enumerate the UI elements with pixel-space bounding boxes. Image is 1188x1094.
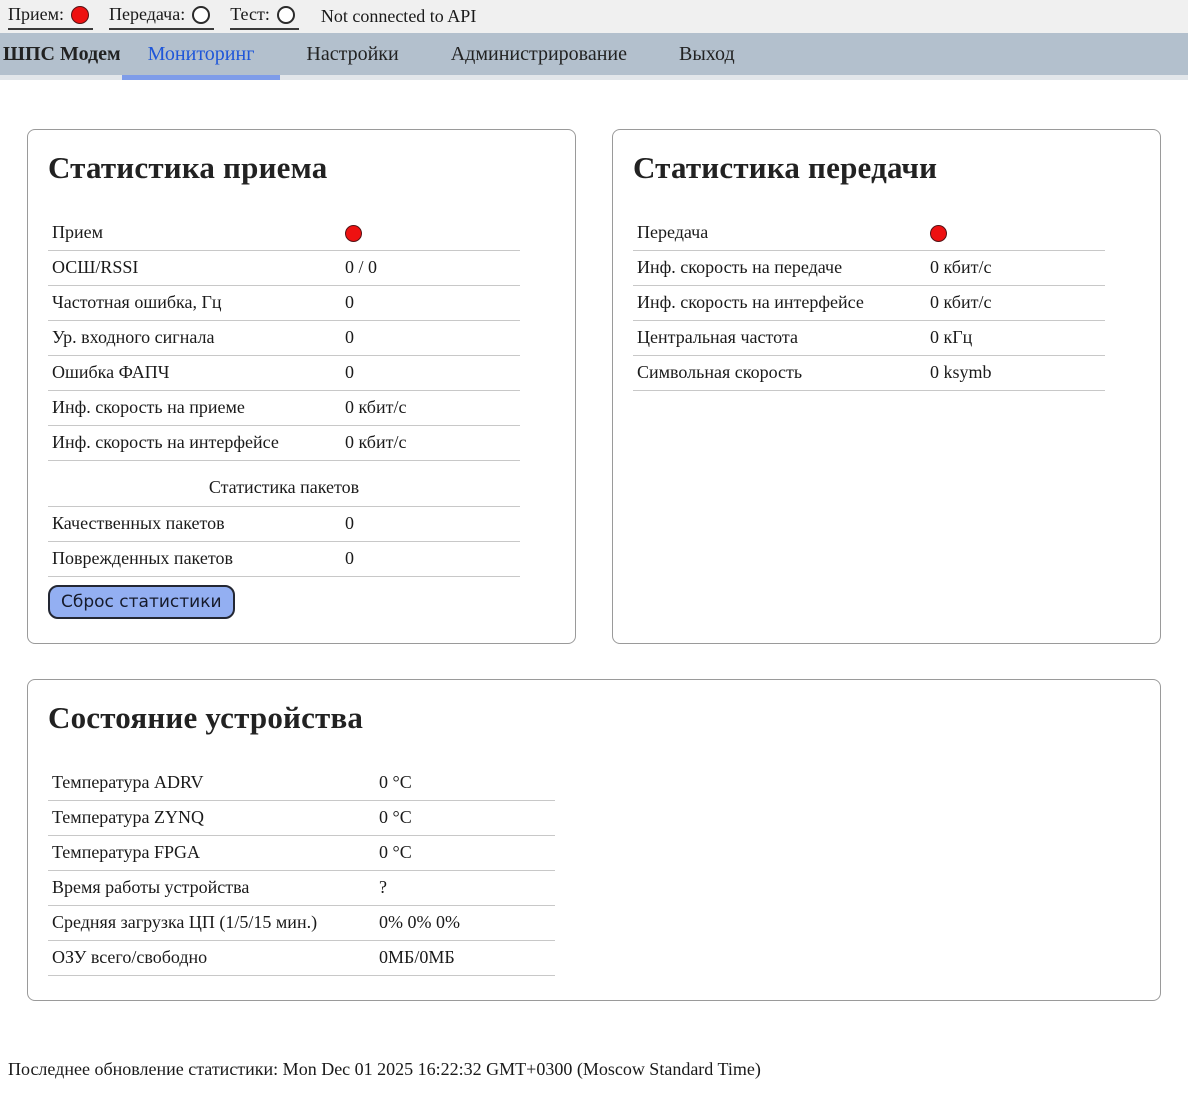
table-row: Время работы устройства? xyxy=(48,871,555,906)
api-connection-status: Not connected to API xyxy=(321,6,476,27)
tx-stats-card: Статистика передачи Передача Инф. скорост… xyxy=(612,129,1161,644)
table-row: Символьная скорость0 ksymb xyxy=(633,356,1105,391)
row-label: Температура ZYNQ xyxy=(52,807,379,828)
rx-led-icon xyxy=(71,6,89,24)
tab-monitoring[interactable]: Мониторинг xyxy=(122,33,281,75)
row-label: Инф. скорость на приеме xyxy=(52,397,345,418)
table-row: Температура FPGA0 °C xyxy=(48,836,555,871)
table-row: Температура ZYNQ0 °C xyxy=(48,801,555,836)
rx-status-group: Прием: xyxy=(8,3,93,30)
row-value xyxy=(930,222,1105,243)
row-value: 0 °C xyxy=(379,772,555,793)
row-label: Инф. скорость на интерфейсе xyxy=(52,432,345,453)
table-row: Частотная ошибка, Гц0 xyxy=(48,286,520,321)
row-label: Символьная скорость xyxy=(637,362,930,383)
tx-led-icon xyxy=(192,6,210,24)
row-value: 0 кбит/с xyxy=(930,292,1105,313)
app-brand: ШПС Модем xyxy=(2,33,122,75)
packet-stats-header: Статистика пакетов xyxy=(48,461,520,507)
rx-stats-card: Статистика приема ПриемОСШ/RSSI0 / 0Част… xyxy=(27,129,576,644)
row-label: Передача xyxy=(637,222,930,243)
navbar: ШПС Модем Мониторинг Настройки Администр… xyxy=(0,33,1188,80)
row-value: 0 xyxy=(345,292,520,313)
tx-status-label: Передача: xyxy=(109,4,185,25)
test-status-label: Тест: xyxy=(230,4,270,25)
table-row: Качественных пакетов0 xyxy=(48,507,520,542)
table-row: Инф. скорость на интерфейсе0 кбит/с xyxy=(48,426,520,461)
table-row: Инф. скорость на интерфейсе0 кбит/с xyxy=(633,286,1105,321)
tab-administration[interactable]: Администрирование xyxy=(425,33,653,75)
row-label: Частотная ошибка, Гц xyxy=(52,292,345,313)
row-value: 0 xyxy=(345,513,520,534)
table-row: Передача xyxy=(633,216,1105,251)
row-value: 0 кбит/с xyxy=(345,397,520,418)
last-update-note: Последнее обновление статистики: Mon Dec… xyxy=(8,1059,1188,1080)
row-value: 0 кбит/с xyxy=(345,432,520,453)
table-row: Ур. входного сигнала0 xyxy=(48,321,520,356)
row-label: Средняя загрузка ЦП (1/5/15 мин.) xyxy=(52,912,379,933)
tx-stats-table: Передача Инф. скорость на передаче0 кбит/… xyxy=(633,216,1105,391)
row-value xyxy=(345,222,520,243)
row-label: Инф. скорость на интерфейсе xyxy=(637,292,930,313)
row-label: Температура ADRV xyxy=(52,772,379,793)
row-value: 0 кбит/с xyxy=(930,257,1105,278)
row-value: 0 xyxy=(345,327,520,348)
rx-stats-table: ПриемОСШ/RSSI0 / 0Частотная ошибка, Гц0У… xyxy=(48,216,520,461)
row-label: Время работы устройства xyxy=(52,877,379,898)
stats-cards-row: Статистика приема ПриемОСШ/RSSI0 / 0Част… xyxy=(27,129,1161,644)
row-value: 0 / 0 xyxy=(345,257,520,278)
table-row: Центральная частота0 кГц xyxy=(633,321,1105,356)
rx-status-label: Прием: xyxy=(8,4,64,25)
status-bar: Прием: Передача: Тест: Not connected to … xyxy=(0,0,1188,33)
row-label: Ур. входного сигнала xyxy=(52,327,345,348)
row-value: ? xyxy=(379,877,555,898)
packet-stats-table: Качественных пакетов0Поврежденных пакето… xyxy=(48,507,520,577)
row-label: Поврежденных пакетов xyxy=(52,548,345,569)
row-value: 0 xyxy=(345,362,520,383)
row-value: 0 °C xyxy=(379,842,555,863)
table-row: Ошибка ФАПЧ0 xyxy=(48,356,520,391)
row-label: ОСШ/RSSI xyxy=(52,257,345,278)
row-value: 0 xyxy=(345,548,520,569)
reset-statistics-button[interactable]: Сброс статистики xyxy=(48,585,235,619)
row-label: Ошибка ФАПЧ xyxy=(52,362,345,383)
table-row: Прием xyxy=(48,216,520,251)
status-led-icon xyxy=(930,225,947,242)
row-value: 0% 0% 0% xyxy=(379,912,555,933)
row-value: 0 ksymb xyxy=(930,362,1105,383)
row-label: ОЗУ всего/свободно xyxy=(52,947,379,968)
device-state-table: Температура ADRV0 °CТемпература ZYNQ0 °C… xyxy=(48,766,555,976)
tx-status-group: Передача: xyxy=(109,3,214,30)
test-status-group: Тест: xyxy=(230,3,299,30)
rx-card-title: Статистика приема xyxy=(48,150,555,186)
table-row: ОСШ/RSSI0 / 0 xyxy=(48,251,520,286)
row-label: Качественных пакетов xyxy=(52,513,345,534)
device-state-card: Состояние устройства Температура ADRV0 °… xyxy=(27,679,1161,1001)
tab-logout[interactable]: Выход xyxy=(653,33,761,75)
table-row: Поврежденных пакетов0 xyxy=(48,542,520,577)
table-row: Инф. скорость на приеме0 кбит/с xyxy=(48,391,520,426)
tx-card-title: Статистика передачи xyxy=(633,150,1140,186)
row-value: 0 кГц xyxy=(930,327,1105,348)
row-value: 0МБ/0МБ xyxy=(379,947,555,968)
test-led-icon xyxy=(277,6,295,24)
row-label: Прием xyxy=(52,222,345,243)
tab-settings[interactable]: Настройки xyxy=(280,33,424,75)
status-led-icon xyxy=(345,225,362,242)
row-label: Температура FPGA xyxy=(52,842,379,863)
row-value: 0 °C xyxy=(379,807,555,828)
row-label: Центральная частота xyxy=(637,327,930,348)
table-row: Инф. скорость на передаче0 кбит/с xyxy=(633,251,1105,286)
table-row: ОЗУ всего/свободно0МБ/0МБ xyxy=(48,941,555,976)
device-card-title: Состояние устройства xyxy=(48,700,1140,736)
table-row: Температура ADRV0 °C xyxy=(48,766,555,801)
table-row: Средняя загрузка ЦП (1/5/15 мин.)0% 0% 0… xyxy=(48,906,555,941)
row-label: Инф. скорость на передаче xyxy=(637,257,930,278)
packet-stats-section: Статистика пакетов xyxy=(48,461,520,507)
